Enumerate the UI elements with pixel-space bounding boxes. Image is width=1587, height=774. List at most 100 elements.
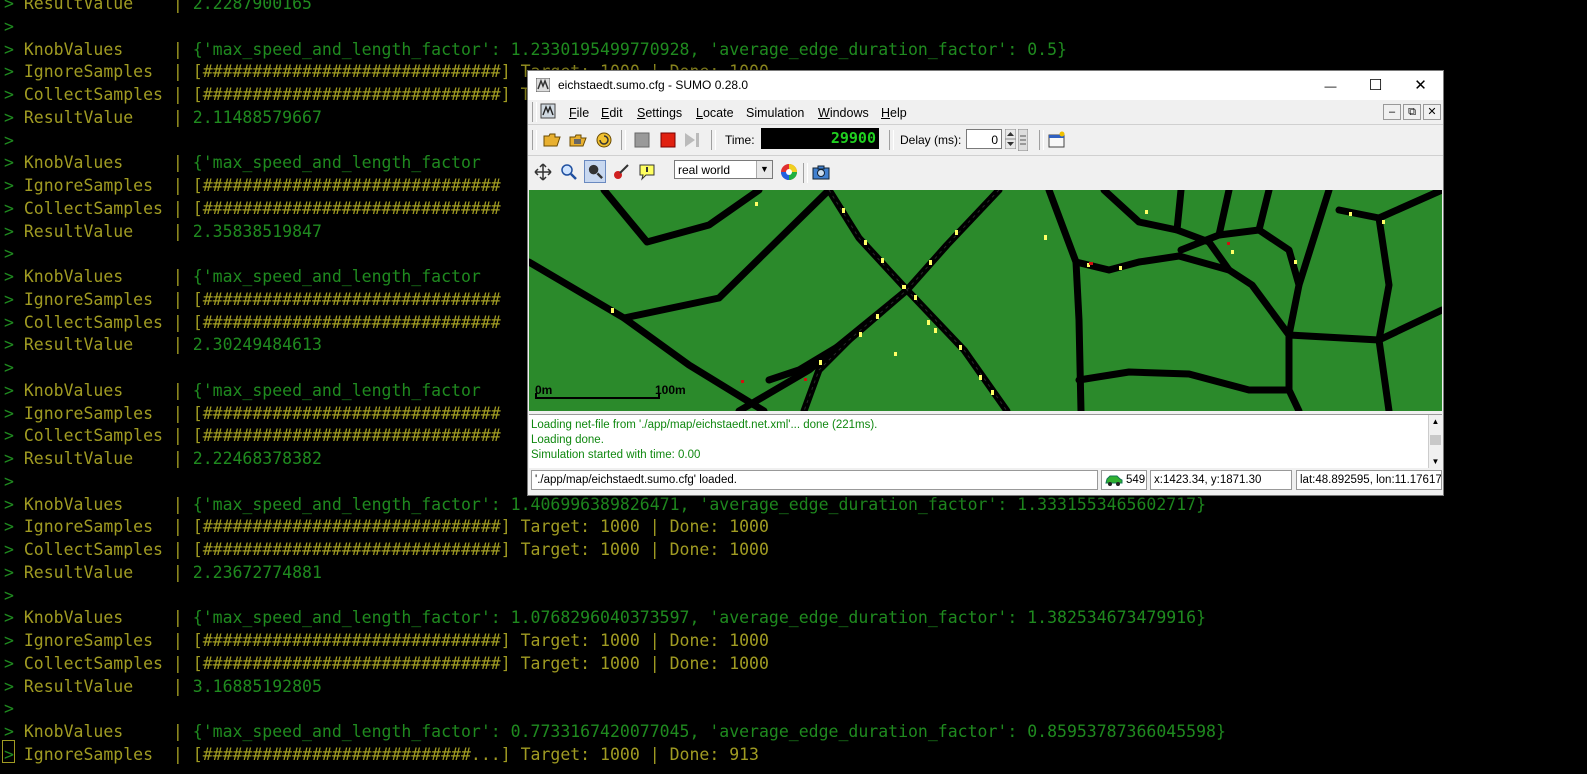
terminal-blank-line: > — [4, 129, 14, 152]
terminal-line-result: > ResultValue | 2.23672774881 — [4, 562, 322, 582]
mdi-restore-button[interactable]: ⧉ — [1403, 104, 1421, 120]
toolbar-grip[interactable] — [532, 130, 537, 150]
prompt-symbol: > — [4, 403, 14, 423]
edit-breakpoints-icon[interactable] — [612, 163, 630, 181]
menu-windows[interactable]: Windows — [818, 106, 869, 120]
terminal-key: CollectSamples — [23, 85, 163, 104]
color-wheel-icon[interactable] — [780, 163, 798, 181]
minimize-button[interactable]: — — [1308, 71, 1353, 100]
terminal-value: {'max_speed_and_length_factor — [192, 380, 481, 400]
new-view-icon[interactable] — [1048, 131, 1066, 149]
prompt-symbol: > — [4, 722, 14, 741]
menu-simulation[interactable]: Simulation — [746, 106, 804, 120]
prompt-symbol: > — [4, 585, 14, 605]
locate-button-active[interactable] — [584, 160, 606, 183]
zoom-icon[interactable] — [560, 163, 578, 181]
log-line: Loading done. — [531, 434, 604, 446]
screenshot-camera-icon[interactable] — [812, 163, 830, 181]
menubar-grip[interactable] — [532, 102, 537, 122]
menu-edit[interactable]: Edit — [601, 106, 623, 120]
terminal-line-knob: > KnobValues | {'max_speed_and_length_fa… — [4, 722, 1226, 741]
menu-help[interactable]: Help — [881, 106, 907, 120]
terminal-key: KnobValues — [23, 380, 163, 400]
terminal-line-bar: > IgnoreSamples | [#####################… — [4, 744, 759, 764]
delay-slider[interactable] — [1018, 129, 1028, 151]
mdi-close-button[interactable]: ✕ — [1423, 104, 1441, 120]
terminal-key: IgnoreSamples — [23, 631, 163, 650]
maximize-button[interactable]: ☐ — [1353, 71, 1398, 100]
chevron-down-icon: ▼ — [756, 161, 772, 178]
color-scheme-select[interactable]: real world ▼ — [674, 160, 773, 179]
terminal-blank-line: > — [4, 15, 14, 38]
reload-icon[interactable] — [595, 131, 613, 149]
cursor-coordinates: x:1423.34, y:1871.30 — [1150, 470, 1292, 490]
prompt-symbol: > — [4, 0, 14, 13]
run-disabled-icon[interactable] — [633, 131, 651, 149]
status-message: './app/map/eichstaedt.sumo.cfg' loaded. — [531, 470, 1098, 490]
menu-settings[interactable]: Settings — [637, 106, 682, 120]
terminal-key: KnobValues — [23, 267, 163, 286]
prompt-symbol: > — [4, 62, 14, 82]
delay-input[interactable]: 0 — [966, 129, 1002, 149]
vehicle-count-field: 549 — [1101, 470, 1147, 490]
open-folder-icon[interactable] — [543, 131, 561, 149]
terminal-line-result: > ResultValue | 2.30249484613 — [4, 335, 322, 355]
sumo-app-icon — [536, 78, 550, 92]
prompt-symbol: > — [4, 449, 14, 468]
sumo-gui-window[interactable]: eichstaedt.sumo.cfg - SUMO 0.28.0 — ☐ ✕ … — [527, 70, 1444, 496]
close-button[interactable]: ✕ — [1398, 71, 1443, 100]
toolbar-separator — [711, 130, 716, 150]
prompt-symbol: > — [4, 312, 14, 332]
message-log[interactable]: Loading net-file from './app/map/eichsta… — [529, 414, 1442, 468]
terminal-value: [##############################] Target:… — [192, 517, 769, 537]
menu-locate[interactable]: Locate — [696, 106, 734, 120]
prompt-symbol: > — [4, 517, 14, 537]
open-network-icon[interactable] — [569, 131, 587, 149]
terminal-line-bar: > IgnoreSamples | [#####################… — [4, 403, 501, 423]
terminal-key: KnobValues — [23, 153, 163, 173]
terminal-value: {'max_speed_and_length_factor': 1.233019… — [192, 39, 1067, 59]
terminal-key: KnobValues — [23, 494, 163, 514]
network-map-view[interactable]: 0m 100m — [529, 190, 1442, 411]
terminal-line-bar: > CollectSamples | [####################… — [4, 426, 501, 446]
terminal-value: [############################## — [192, 198, 501, 218]
terminal-key: ResultValue — [23, 221, 163, 241]
terminal-blank-line: > — [4, 242, 14, 265]
time-label: Time: — [725, 133, 755, 147]
terminal-line-bar: > IgnoreSamples | [#####################… — [4, 289, 501, 309]
stop-icon[interactable] — [659, 131, 677, 149]
scroll-thumb[interactable] — [1430, 435, 1441, 445]
tooltips-icon[interactable] — [638, 163, 656, 181]
scroll-up-icon[interactable]: ▲ — [1429, 415, 1442, 428]
terminal-key: ResultValue — [23, 676, 163, 696]
terminal-blank-line: > — [4, 356, 14, 379]
recenter-view-icon[interactable] — [534, 163, 552, 181]
step-icon[interactable] — [683, 131, 701, 149]
sumo-doc-icon[interactable] — [540, 103, 556, 119]
scale-tick — [535, 393, 537, 399]
menu-file[interactable]: File — [569, 106, 589, 120]
terminal-value: 2.22468378382 — [192, 449, 322, 468]
window-title: eichstaedt.sumo.cfg - SUMO 0.28.0 — [558, 78, 749, 92]
mdi-minimize-button[interactable]: – — [1383, 104, 1401, 120]
terminal-value: {'max_speed_and_length_factor — [192, 153, 481, 173]
prompt-symbol: > — [4, 608, 14, 628]
title-bar[interactable]: eichstaedt.sumo.cfg - SUMO 0.28.0 — ☐ ✕ — [528, 71, 1443, 100]
log-line: Loading net-file from './app/map/eichsta… — [531, 419, 878, 431]
terminal-line-bar: > CollectSamples | [####################… — [4, 312, 501, 332]
log-scrollbar[interactable]: ▲ ▼ — [1428, 415, 1442, 468]
scroll-down-icon[interactable]: ▼ — [1429, 455, 1442, 468]
simulation-toolbar: Time: 29900 Delay (ms): 0 — [528, 124, 1443, 155]
toolbar-separator — [621, 130, 626, 150]
prompt-symbol: > — [4, 176, 14, 195]
vehicle-count: 549 — [1126, 474, 1146, 486]
terminal-line-result: > ResultValue | 2.11488579667 — [4, 107, 322, 127]
delay-spinner[interactable] — [1005, 129, 1016, 149]
scale-line — [535, 397, 660, 399]
locate-junction-icon — [588, 164, 603, 179]
prompt-symbol: > — [4, 335, 14, 355]
terminal-line-knob: > KnobValues | {'max_speed_and_length_fa… — [4, 380, 481, 400]
prompt-symbol: > — [4, 289, 14, 309]
geo-coordinates: lat:48.892595, lon:11.176172 — [1296, 470, 1442, 490]
terminal-key: KnobValues — [23, 39, 163, 59]
